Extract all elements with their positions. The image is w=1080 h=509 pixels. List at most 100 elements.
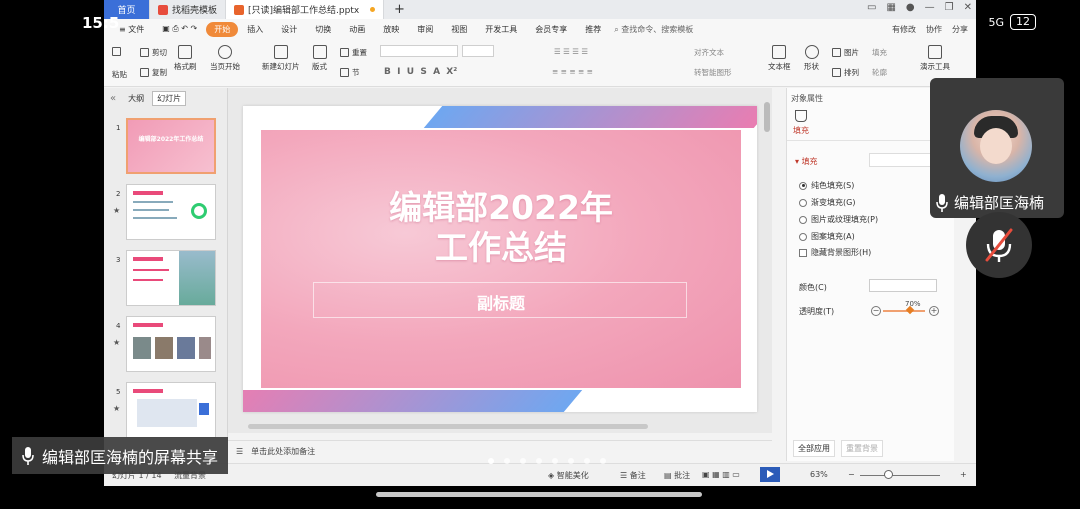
mute-toggle-button[interactable] [966,212,1032,278]
menu-recommend[interactable]: 推荐 [576,24,610,35]
picture-button[interactable]: 图片 [832,47,859,58]
section-button[interactable]: 节 [340,67,360,78]
comments-toggle[interactable]: ▤ 批注 [664,470,690,481]
presenter-tools-button[interactable]: 演示工具 [920,45,950,72]
tab-slides[interactable]: 幻灯片 [152,90,187,106]
zoom-in-icon[interactable]: + [960,470,967,479]
tab-outline[interactable]: 大纲 [128,93,144,104]
restore-icon[interactable]: ❐ [945,2,954,13]
minimize-icon[interactable]: — [925,2,935,13]
share-button[interactable]: 分享 [952,24,968,35]
menu-member[interactable]: 会员专享 [526,24,576,35]
panel-tabs: « 大纲 幻灯片 [104,88,227,108]
vertical-scrollbar[interactable] [764,102,770,132]
quick-save-icon[interactable]: ▣ ⎙ ↶ ↷ [153,24,206,34]
layout-grid-icon [312,45,327,59]
slide-thumb-1[interactable]: 编辑部2022年工作总结 [126,118,216,174]
color-picker[interactable] [869,279,937,292]
smart-graphic-button[interactable]: 转智能图形 [694,67,732,78]
status-time: 15:5 [82,14,120,32]
font-family-select[interactable] [380,45,458,57]
grid-icon[interactable]: ▦ [886,2,895,13]
shape-button[interactable]: 形状 [804,45,819,72]
new-tab-button[interactable]: + [384,0,415,19]
transparency-slider[interactable] [883,310,925,312]
align-text-button[interactable]: 对齐文本 [694,47,724,58]
status-indicators: 5G 12 [988,14,1036,30]
hide-background-checkbox[interactable]: 隐藏背景图形(H) [799,247,871,258]
outline-button[interactable]: 轮廓 [872,67,887,78]
menu-transition[interactable]: 切换 [306,24,340,35]
mic-icon [22,446,34,465]
modified-button[interactable]: 有修改 [892,24,916,35]
layout-button[interactable]: 版式 [312,45,327,72]
smart-beautify-button[interactable]: ◈ 智能美化 [548,470,589,481]
wps-presentation-app: 首页 找稻壳模板 [只读]编辑部工作总结.pptx + ▭ ▦ ● — ❐ ✕ [104,0,976,486]
zoom-knob[interactable] [884,470,893,479]
menu-slideshow[interactable]: 放映 [374,24,408,35]
slide-thumb-3[interactable] [126,250,216,306]
menu-review[interactable]: 审阅 [408,24,442,35]
menu-developer[interactable]: 开发工具 [476,24,526,35]
slide-thumb-5[interactable] [126,382,216,438]
solid-fill-radio[interactable]: 纯色填充(S) [799,180,854,191]
participant-tile[interactable]: 编辑部匡海楠 [930,78,1064,218]
tab-template[interactable]: 找稻壳模板 [150,0,227,19]
textbox-button[interactable]: 文本框 [768,45,791,72]
paragraph-tools[interactable]: ☰ ☰ ☰ ☰ [554,47,588,56]
avatar-small-icon[interactable]: ● [906,2,915,13]
play-from-current-button[interactable]: 当页开始 [210,45,240,72]
layout-icon[interactable]: ▭ [867,2,876,13]
copy-button[interactable]: 复制 [140,67,167,78]
collab-button[interactable]: 协作 [926,24,942,35]
tab-document[interactable]: [只读]编辑部工作总结.pptx [226,0,385,19]
object-property-pane: 对象属性 填充 ▾ 填充 纯色填充(S) 渐变填充(G) 图片或纹理填充(P) … [786,88,954,461]
fill-section-header[interactable]: ▾ 填充 [795,156,818,167]
participant-avatar [960,110,1032,182]
alignment-tools[interactable]: ≡ ≡ ≡ ≡ ≡ [552,67,593,76]
slide-thumb-2[interactable] [126,184,216,240]
menu-insert[interactable]: 插入 [238,24,272,35]
slideshow-play-button[interactable] [760,467,780,482]
menu-start[interactable]: 开始 [206,21,239,37]
command-search[interactable]: ⌕ 查找命令、搜索模板 [610,24,693,35]
slide-thumb-4[interactable] [126,316,216,372]
format-painter-button[interactable]: 格式刷 [174,45,197,72]
paste-icon[interactable] [112,47,121,56]
reset-button[interactable]: 重置 [340,47,367,58]
apply-all-button[interactable]: 全部应用 [793,440,835,457]
close-icon[interactable]: ✕ [964,2,972,13]
new-slide-button[interactable]: 新建幻灯片 [262,45,300,72]
font-size-select[interactable] [462,45,494,57]
notes-toggle[interactable]: ☰ 备注 [620,470,646,481]
zoom-level[interactable]: 63% [810,470,828,479]
font-format-buttons[interactable]: B I U S A X² [384,67,457,77]
zoom-out-icon[interactable]: − [848,470,855,479]
menu-design[interactable]: 设计 [272,24,306,35]
section-icon [340,68,349,77]
menu-view[interactable]: 视图 [442,24,476,35]
slide-title[interactable]: 编辑部2022年 工作总结 [261,188,741,268]
picture-fill-radio[interactable]: 图片或纹理填充(P) [799,214,878,225]
fill-button[interactable]: 填充 [872,47,887,58]
fill-tab[interactable]: 填充 [793,110,809,136]
view-normal-icon[interactable]: ▣ ▦ ▥ ▭ [702,470,740,479]
mic-muted-icon [985,228,1013,262]
gradient-fill-radio[interactable]: 渐变填充(G) [799,197,855,208]
docer-icon [158,4,168,15]
paste-button[interactable]: 粘贴 [112,69,127,80]
home-indicator[interactable] [376,492,702,497]
horizontal-scrollbar[interactable] [248,424,648,429]
menu-animation[interactable]: 动画 [340,24,374,35]
presenter-icon [928,45,942,59]
increase-icon[interactable]: + [929,306,939,316]
decrease-icon[interactable]: − [871,306,881,316]
pattern-fill-radio[interactable]: 图案填充(A) [799,231,855,242]
arrange-button[interactable]: 排列 [832,67,859,78]
textbox-icon [772,45,787,59]
reset-background-button[interactable]: 重置背景 [841,440,883,457]
cut-button[interactable]: 剪切 [140,47,167,58]
current-slide[interactable]: 编辑部2022年 工作总结 副标题 [243,106,757,412]
zoom-slider[interactable] [860,475,940,476]
collapse-icon[interactable]: « [110,93,116,104]
